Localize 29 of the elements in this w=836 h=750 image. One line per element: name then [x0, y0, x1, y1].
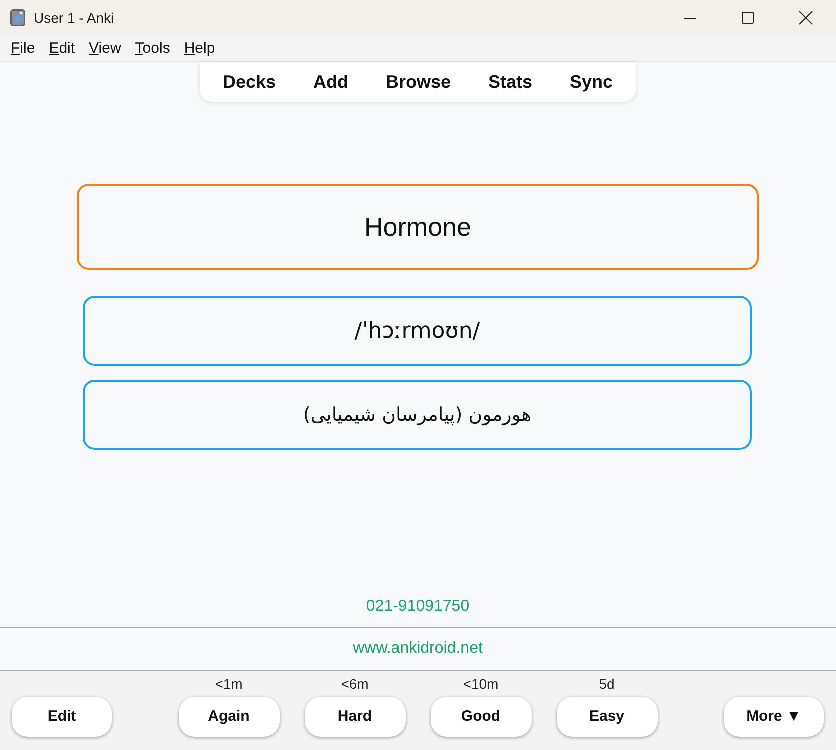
app-icon [10, 9, 26, 27]
window-title: User 1 - Anki [34, 8, 114, 28]
ease-button[interactable]: Again [178, 697, 280, 737]
more-button[interactable]: More ▼ [724, 697, 824, 737]
menu-item[interactable]: Help [184, 40, 216, 58]
due-interval-label: <6m [341, 675, 369, 693]
due-interval-label: <10m [463, 675, 499, 693]
front-text: Hormone [364, 210, 472, 244]
ease-button[interactable]: Hard [304, 697, 406, 737]
maximize-icon [742, 12, 754, 24]
ease-button[interactable]: Good [430, 697, 532, 737]
phone-number-text: 021-91091750 [366, 597, 470, 617]
menu-item[interactable]: View [89, 40, 122, 58]
due-interval-label: 5d [599, 675, 615, 693]
toolbar-link[interactable]: Decks [223, 68, 276, 96]
due-interval-label: <1m [215, 675, 243, 693]
toolbar-link[interactable]: Stats [488, 68, 532, 96]
field-text: /ˈhɔːrmoʊn/ [354, 318, 480, 346]
close-icon [799, 11, 813, 25]
field-text: هورمون (پیامرسان شیمیایی) [303, 402, 532, 428]
edit-button[interactable]: Edit [12, 697, 112, 737]
ease-button[interactable]: Easy [556, 697, 658, 737]
website-text: www.ankidroid.net [353, 639, 483, 659]
menu-item[interactable]: Tools [135, 40, 170, 58]
menu-item[interactable]: File [11, 40, 36, 58]
toolbar-link[interactable]: Sync [570, 68, 613, 96]
toolbar-link[interactable]: Add [314, 68, 349, 96]
toolbar-link[interactable]: Browse [386, 68, 452, 96]
menu-item[interactable]: Edit [49, 40, 76, 58]
